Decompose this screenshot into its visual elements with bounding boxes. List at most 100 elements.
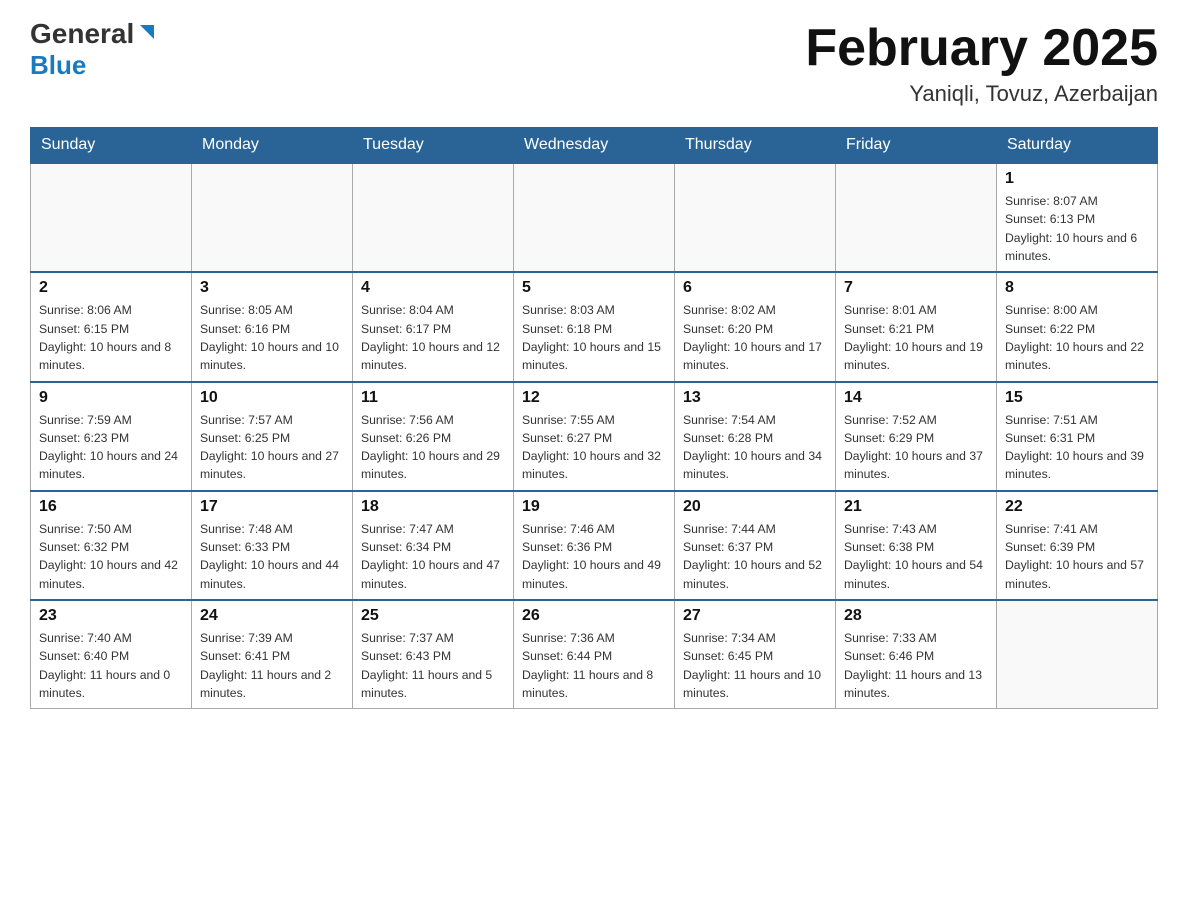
day-number: 27 bbox=[683, 607, 827, 625]
day-number: 1 bbox=[1005, 170, 1149, 188]
day-info: Sunrise: 7:41 AMSunset: 6:39 PMDaylight:… bbox=[1005, 520, 1149, 593]
table-row: 12 Sunrise: 7:55 AMSunset: 6:27 PMDayligh… bbox=[514, 382, 675, 491]
day-number: 28 bbox=[844, 607, 988, 625]
calendar-subtitle: Yaniqli, Tovuz, Azerbaijan bbox=[805, 81, 1158, 107]
day-info: Sunrise: 7:57 AMSunset: 6:25 PMDaylight:… bbox=[200, 411, 344, 484]
page-header: General Blue February 2025 Yaniqli, Tovu… bbox=[30, 20, 1158, 107]
day-info: Sunrise: 7:36 AMSunset: 6:44 PMDaylight:… bbox=[522, 629, 666, 702]
table-row: 5Sunrise: 8:03 AMSunset: 6:18 PMDaylight… bbox=[514, 272, 675, 381]
table-row: 23 Sunrise: 7:40 AMSunset: 6:40 PMDayligh… bbox=[31, 600, 192, 709]
table-row: 15 Sunrise: 7:51 AMSunset: 6:31 PMDayligh… bbox=[997, 382, 1158, 491]
day-number: 8 bbox=[1005, 279, 1149, 297]
col-sunday: Sunday bbox=[31, 128, 192, 164]
day-info: Sunrise: 7:56 AMSunset: 6:26 PMDaylight:… bbox=[361, 411, 505, 484]
day-info: Sunrise: 8:03 AMSunset: 6:18 PMDaylight:… bbox=[522, 301, 666, 374]
table-row: 3 Sunrise: 8:05 AMSunset: 6:16 PMDaylight… bbox=[192, 272, 353, 381]
day-number: 4 bbox=[361, 279, 505, 297]
calendar-title: February 2025 bbox=[805, 20, 1158, 77]
day-number: 20 bbox=[683, 498, 827, 516]
day-info: Sunrise: 8:06 AMSunset: 6:15 PMDaylight:… bbox=[39, 301, 183, 374]
calendar-week-row: 9 Sunrise: 7:59 AMSunset: 6:23 PMDaylight… bbox=[31, 382, 1158, 491]
day-number: 19 bbox=[522, 498, 666, 516]
logo-arrow-icon bbox=[136, 21, 158, 43]
day-info: Sunrise: 7:48 AMSunset: 6:33 PMDaylight:… bbox=[200, 520, 344, 593]
day-info: Sunrise: 7:37 AMSunset: 6:43 PMDaylight:… bbox=[361, 629, 505, 702]
day-number: 17 bbox=[200, 498, 344, 516]
day-info: Sunrise: 8:01 AMSunset: 6:21 PMDaylight:… bbox=[844, 301, 988, 374]
calendar-week-row: 16 Sunrise: 7:50 AMSunset: 6:32 PMDayligh… bbox=[31, 491, 1158, 600]
day-info: Sunrise: 7:55 AMSunset: 6:27 PMDaylight:… bbox=[522, 411, 666, 484]
table-row: 6 Sunrise: 8:02 AMSunset: 6:20 PMDaylight… bbox=[675, 272, 836, 381]
col-wednesday: Wednesday bbox=[514, 128, 675, 164]
table-row: 7 Sunrise: 8:01 AMSunset: 6:21 PMDaylight… bbox=[836, 272, 997, 381]
col-saturday: Saturday bbox=[997, 128, 1158, 164]
table-row bbox=[836, 163, 997, 272]
day-number: 3 bbox=[200, 279, 344, 297]
col-tuesday: Tuesday bbox=[353, 128, 514, 164]
day-info: Sunrise: 7:46 AMSunset: 6:36 PMDaylight:… bbox=[522, 520, 666, 593]
table-row bbox=[192, 163, 353, 272]
table-row: 9 Sunrise: 7:59 AMSunset: 6:23 PMDaylight… bbox=[31, 382, 192, 491]
day-info: Sunrise: 7:51 AMSunset: 6:31 PMDaylight:… bbox=[1005, 411, 1149, 484]
table-row: 26 Sunrise: 7:36 AMSunset: 6:44 PMDayligh… bbox=[514, 600, 675, 709]
table-row: 8 Sunrise: 8:00 AMSunset: 6:22 PMDaylight… bbox=[997, 272, 1158, 381]
day-number: 2 bbox=[39, 279, 183, 297]
table-row bbox=[997, 600, 1158, 709]
day-info: Sunrise: 8:04 AMSunset: 6:17 PMDaylight:… bbox=[361, 301, 505, 374]
day-info: Sunrise: 7:40 AMSunset: 6:40 PMDaylight:… bbox=[39, 629, 183, 702]
day-number: 15 bbox=[1005, 389, 1149, 407]
table-row: 13 Sunrise: 7:54 AMSunset: 6:28 PMDayligh… bbox=[675, 382, 836, 491]
table-row: 16 Sunrise: 7:50 AMSunset: 6:32 PMDayligh… bbox=[31, 491, 192, 600]
table-row: 28 Sunrise: 7:33 AMSunset: 6:46 PMDayligh… bbox=[836, 600, 997, 709]
day-number: 25 bbox=[361, 607, 505, 625]
col-monday: Monday bbox=[192, 128, 353, 164]
table-row: 19 Sunrise: 7:46 AMSunset: 6:36 PMDayligh… bbox=[514, 491, 675, 600]
day-number: 18 bbox=[361, 498, 505, 516]
table-row: 2 Sunrise: 8:06 AMSunset: 6:15 PMDaylight… bbox=[31, 272, 192, 381]
table-row: 11 Sunrise: 7:56 AMSunset: 6:26 PMDayligh… bbox=[353, 382, 514, 491]
table-row bbox=[353, 163, 514, 272]
day-info: Sunrise: 7:50 AMSunset: 6:32 PMDaylight:… bbox=[39, 520, 183, 593]
table-row: 27Sunrise: 7:34 AMSunset: 6:45 PMDayligh… bbox=[675, 600, 836, 709]
logo-blue: Blue bbox=[30, 50, 86, 81]
day-number: 7 bbox=[844, 279, 988, 297]
table-row: 24Sunrise: 7:39 AMSunset: 6:41 PMDayligh… bbox=[192, 600, 353, 709]
day-info: Sunrise: 7:44 AMSunset: 6:37 PMDaylight:… bbox=[683, 520, 827, 593]
day-info: Sunrise: 7:33 AMSunset: 6:46 PMDaylight:… bbox=[844, 629, 988, 702]
day-number: 26 bbox=[522, 607, 666, 625]
day-number: 6 bbox=[683, 279, 827, 297]
table-row bbox=[514, 163, 675, 272]
calendar-week-row: 23 Sunrise: 7:40 AMSunset: 6:40 PMDayligh… bbox=[31, 600, 1158, 709]
table-row bbox=[31, 163, 192, 272]
day-info: Sunrise: 8:07 AMSunset: 6:13 PMDaylight:… bbox=[1005, 192, 1149, 265]
day-info: Sunrise: 8:02 AMSunset: 6:20 PMDaylight:… bbox=[683, 301, 827, 374]
day-number: 16 bbox=[39, 498, 183, 516]
logo-general: General bbox=[30, 20, 134, 48]
table-row: 25 Sunrise: 7:37 AMSunset: 6:43 PMDayligh… bbox=[353, 600, 514, 709]
day-number: 21 bbox=[844, 498, 988, 516]
calendar-week-row: 2 Sunrise: 8:06 AMSunset: 6:15 PMDaylight… bbox=[31, 272, 1158, 381]
title-block: February 2025 Yaniqli, Tovuz, Azerbaijan bbox=[805, 20, 1158, 107]
day-info: Sunrise: 8:00 AMSunset: 6:22 PMDaylight:… bbox=[1005, 301, 1149, 374]
col-thursday: Thursday bbox=[675, 128, 836, 164]
day-number: 22 bbox=[1005, 498, 1149, 516]
table-row: 18Sunrise: 7:47 AMSunset: 6:34 PMDayligh… bbox=[353, 491, 514, 600]
day-number: 12 bbox=[522, 389, 666, 407]
day-info: Sunrise: 8:05 AMSunset: 6:16 PMDaylight:… bbox=[200, 301, 344, 374]
calendar-table: Sunday Monday Tuesday Wednesday Thursday… bbox=[30, 127, 1158, 709]
day-number: 23 bbox=[39, 607, 183, 625]
day-info: Sunrise: 7:54 AMSunset: 6:28 PMDaylight:… bbox=[683, 411, 827, 484]
day-number: 10 bbox=[200, 389, 344, 407]
day-info: Sunrise: 7:59 AMSunset: 6:23 PMDaylight:… bbox=[39, 411, 183, 484]
day-number: 13 bbox=[683, 389, 827, 407]
table-row: 20 Sunrise: 7:44 AMSunset: 6:37 PMDayligh… bbox=[675, 491, 836, 600]
table-row: 1 Sunrise: 8:07 AMSunset: 6:13 PMDaylight… bbox=[997, 163, 1158, 272]
day-info: Sunrise: 7:52 AMSunset: 6:29 PMDaylight:… bbox=[844, 411, 988, 484]
day-number: 9 bbox=[39, 389, 183, 407]
table-row: 22 Sunrise: 7:41 AMSunset: 6:39 PMDayligh… bbox=[997, 491, 1158, 600]
day-number: 24 bbox=[200, 607, 344, 625]
table-row: 4 Sunrise: 8:04 AMSunset: 6:17 PMDaylight… bbox=[353, 272, 514, 381]
table-row: 10 Sunrise: 7:57 AMSunset: 6:25 PMDayligh… bbox=[192, 382, 353, 491]
table-row: 21Sunrise: 7:43 AMSunset: 6:38 PMDayligh… bbox=[836, 491, 997, 600]
day-number: 11 bbox=[361, 389, 505, 407]
